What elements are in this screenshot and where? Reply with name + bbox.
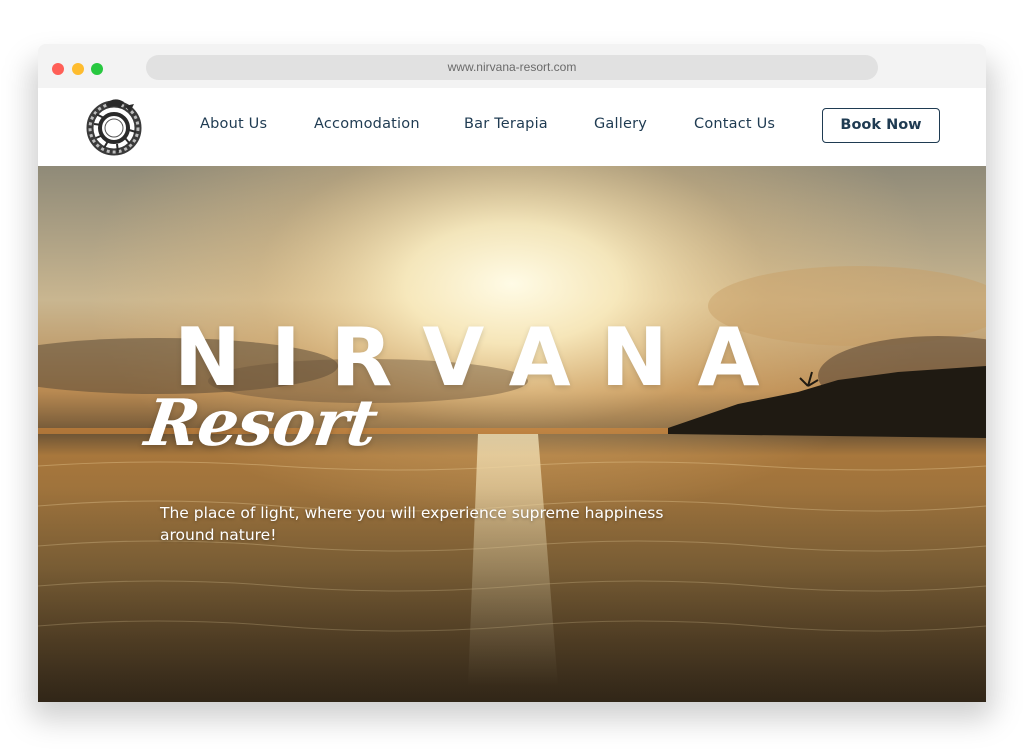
browser-window: www.nirvana-resort.com About Us Accomoda… — [38, 44, 986, 702]
close-window-dot[interactable] — [52, 63, 64, 75]
minimize-window-dot[interactable] — [72, 63, 84, 75]
nav-accomodation[interactable]: Accomodation — [314, 116, 420, 132]
hero-tagline: The place of light, where you will exper… — [160, 504, 664, 544]
hero-script-subtitle: Resort — [140, 386, 382, 461]
ouroboros-logo-icon[interactable] — [84, 94, 146, 160]
nav-contact-us[interactable]: Contact Us — [694, 116, 775, 132]
site-header: About Us Accomodation Bar Terapia Galler… — [38, 88, 986, 166]
browser-chrome: www.nirvana-resort.com — [38, 44, 986, 88]
maximize-window-dot[interactable] — [91, 63, 103, 75]
hero-section: NIRVANA Resort The place of light, where… — [38, 166, 986, 702]
nav-about-us[interactable]: About Us — [200, 116, 267, 132]
screenshot-stage: www.nirvana-resort.com About Us Accomoda… — [0, 0, 1024, 756]
nav-gallery[interactable]: Gallery — [594, 116, 647, 132]
address-bar[interactable]: www.nirvana-resort.com — [146, 55, 878, 80]
book-now-button[interactable]: Book Now — [822, 108, 940, 143]
nav-bar-terapia[interactable]: Bar Terapia — [464, 116, 548, 132]
